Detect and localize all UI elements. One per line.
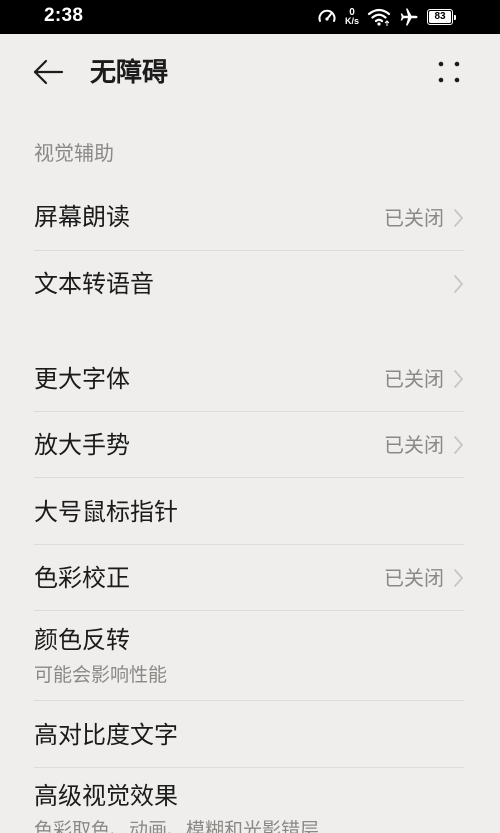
setting-row-color-correction[interactable]: 色彩校正 已关闭 [34, 545, 464, 611]
setting-row-large-mouse-pointer[interactable]: 大号鼠标指针 [34, 478, 464, 544]
arrow-left-icon [33, 59, 64, 85]
setting-row-high-contrast-text[interactable]: 高对比度文字 [34, 701, 464, 767]
page-title: 无障碍 [90, 58, 169, 88]
setting-row-text-to-speech[interactable]: 文本转语音 [34, 251, 464, 317]
battery-level: 83 [429, 11, 451, 23]
setting-label: 色彩校正 [34, 564, 130, 592]
setting-row-color-inversion[interactable]: 颜色反转 可能会影响性能 [34, 611, 464, 701]
chevron-right-icon [454, 275, 463, 293]
more-options-button[interactable] [436, 58, 462, 86]
app-bar: 无障碍 [0, 34, 500, 112]
setting-row-advanced-visual-effects[interactable]: 高级视觉效果 色彩取色、动画、模糊和光影错层 [34, 768, 464, 833]
setting-label: 更大字体 [34, 365, 130, 393]
setting-label: 放大手势 [34, 431, 130, 459]
network-speed: 0 K/s [345, 8, 359, 26]
back-button[interactable] [30, 56, 66, 88]
status-icons: 0 K/s 83 [317, 6, 456, 28]
status-time: 2:38 [44, 5, 84, 26]
chevron-right-icon [454, 209, 463, 227]
setting-label: 高对比度文字 [34, 721, 178, 749]
setting-subtitle: 可能会影响性能 [34, 664, 168, 686]
airplane-icon [400, 8, 418, 26]
speedometer-icon [318, 9, 336, 22]
setting-status: 已关闭 [384, 566, 444, 590]
more-dots-icon [438, 61, 460, 83]
setting-label: 颜色反转 [34, 626, 130, 654]
setting-status: 已关闭 [384, 206, 444, 230]
chevron-right-icon [454, 436, 463, 454]
setting-label: 高级视觉效果 [34, 782, 178, 810]
setting-row-screen-reader[interactable]: 屏幕朗读 已关闭 [34, 185, 464, 251]
chevron-right-icon [454, 370, 463, 388]
setting-status: 已关闭 [384, 367, 444, 391]
section-header-visual-assist: 视觉辅助 [34, 141, 114, 165]
battery-icon: 83 [427, 9, 456, 25]
chevron-right-icon [454, 569, 463, 587]
setting-label: 大号鼠标指针 [34, 498, 178, 526]
setting-label: 文本转语音 [34, 270, 154, 298]
setting-row-bigger-font[interactable]: 更大字体 已关闭 [34, 346, 464, 412]
wifi-icon [367, 8, 391, 26]
setting-status: 已关闭 [384, 433, 444, 457]
setting-label: 屏幕朗读 [34, 203, 130, 231]
setting-row-magnification-gesture[interactable]: 放大手势 已关闭 [34, 412, 464, 478]
network-speed-unit: K/s [344, 16, 359, 26]
status-bar: 2:38 0 K/s 83 [0, 0, 500, 34]
setting-subtitle: 色彩取色、动画、模糊和光影错层 [34, 819, 320, 833]
